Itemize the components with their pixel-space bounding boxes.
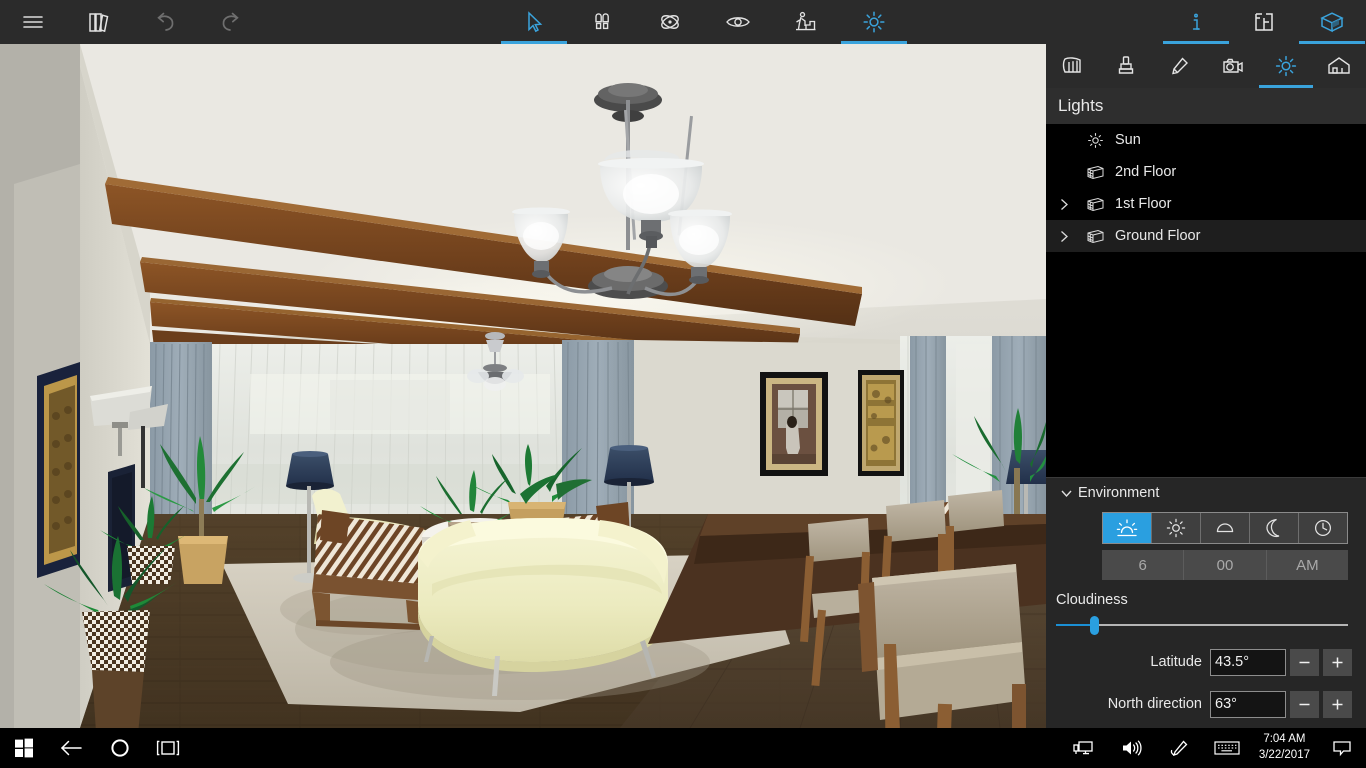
light-item-label: 1st Floor (1115, 196, 1172, 212)
north-direction-row: North direction (1046, 690, 1352, 718)
wall-painting-window-figure (760, 372, 828, 476)
preset-sunset[interactable] (1201, 513, 1250, 543)
light-item-sun[interactable]: Sun (1046, 124, 1366, 156)
latitude-input[interactable] (1210, 648, 1286, 676)
latitude-label: Latitude (1150, 654, 1202, 670)
environment-section: Environment 6 00 AM Cloudiness Latitude … (1046, 477, 1366, 728)
north-direction-label: North direction (1107, 696, 1202, 712)
chevron-right-icon[interactable] (1046, 197, 1082, 212)
expand-left-panel-handle[interactable] (10, 724, 32, 728)
latitude-increment-button[interactable] (1323, 648, 1352, 676)
time-hour-field[interactable]: 6 (1102, 550, 1185, 580)
tab-measure[interactable] (1046, 44, 1099, 88)
cortana-circle-icon[interactable] (96, 728, 144, 768)
chevron-right-icon[interactable] (1046, 229, 1082, 244)
sun-icon (1082, 132, 1108, 149)
cloudiness-slider[interactable] (1056, 616, 1348, 635)
tab-building[interactable] (1313, 44, 1366, 88)
floorplan-icon[interactable] (1230, 0, 1298, 44)
taskbar-clock[interactable]: 7:04 AM 3/22/2017 (1251, 732, 1318, 763)
menu-icon[interactable] (0, 0, 66, 44)
light-item-label: Sun (1115, 132, 1141, 148)
slider-fill (1056, 624, 1094, 626)
eye-view-icon[interactable] (704, 0, 772, 44)
light-item-label: Ground Floor (1115, 228, 1201, 244)
active-indicator (1258, 85, 1313, 88)
lights-list-empty-area[interactable] (1046, 252, 1366, 477)
daylight-preset-segmented (1102, 512, 1348, 544)
tray-pen-icon[interactable] (1155, 728, 1203, 768)
house-3d-icon[interactable] (1298, 0, 1366, 44)
north-direction-increment-button[interactable] (1323, 690, 1352, 718)
time-minute-field[interactable]: 00 (1184, 550, 1267, 580)
light-item-1st-floor[interactable]: 1st Floor (1046, 188, 1366, 220)
inspector-tab-bar (1046, 44, 1366, 88)
dining-chair-front (858, 564, 1026, 728)
start-button[interactable] (0, 728, 48, 768)
north-direction-decrement-button[interactable] (1290, 690, 1319, 718)
time-stepper: 6 00 AM (1102, 550, 1348, 580)
elevation-icon[interactable] (772, 0, 840, 44)
latitude-row: Latitude (1046, 648, 1352, 676)
light-item-ground-floor[interactable]: Ground Floor (1046, 220, 1366, 252)
tab-materials[interactable] (1099, 44, 1152, 88)
environment-section-header[interactable]: Environment (1046, 478, 1366, 508)
right-inspector-panel: Lights Sun 2nd Floor 1st Floor Ground Fl… (1046, 44, 1366, 728)
task-view-icon[interactable] (144, 728, 192, 768)
tab-lights[interactable] (1258, 44, 1313, 88)
floor-icon (1082, 164, 1108, 181)
tray-network-icon[interactable] (1059, 728, 1107, 768)
slider-thumb[interactable] (1089, 616, 1099, 635)
info-icon[interactable] (1162, 0, 1230, 44)
cloudiness-label: Cloudiness (1056, 592, 1128, 608)
time-meridiem-field[interactable]: AM (1267, 550, 1348, 580)
chevron-down-icon[interactable] (1054, 487, 1078, 500)
floor-icon (1082, 196, 1108, 213)
preset-noon[interactable] (1152, 513, 1201, 543)
preset-sunrise[interactable] (1103, 513, 1152, 543)
light-item-label: 2nd Floor (1115, 164, 1177, 180)
wall-painting-abstract (858, 370, 904, 476)
library-icon[interactable] (66, 0, 132, 44)
light-item-2nd-floor[interactable]: 2nd Floor (1046, 156, 1366, 188)
lights-tree: Sun 2nd Floor 1st Floor Ground Floor (1046, 124, 1366, 252)
select-tool-icon[interactable] (500, 0, 568, 44)
rendered-scene (0, 44, 1046, 728)
main-toolbar (0, 0, 1366, 44)
preset-custom[interactable] (1299, 513, 1347, 543)
clock-time: 7:04 AM (1263, 733, 1306, 746)
application-window: Lights Sun 2nd Floor 1st Floor Ground Fl… (0, 0, 1366, 768)
preset-night[interactable] (1250, 513, 1299, 543)
floor-icon (1082, 228, 1108, 245)
3d-scene-viewport[interactable] (0, 44, 1046, 728)
tab-edit[interactable] (1153, 44, 1206, 88)
undo-icon[interactable] (132, 0, 198, 44)
north-direction-input[interactable] (1210, 690, 1286, 718)
tray-volume-icon[interactable] (1107, 728, 1155, 768)
redo-icon[interactable] (198, 0, 264, 44)
tray-keyboard-icon[interactable] (1203, 728, 1251, 768)
tab-camera[interactable] (1206, 44, 1259, 88)
windows-taskbar: 7:04 AM 3/22/2017 (0, 728, 1366, 768)
clock-date: 3/22/2017 (1258, 749, 1310, 761)
panel-section-title: Lights (1046, 88, 1366, 124)
latitude-decrement-button[interactable] (1290, 648, 1319, 676)
back-arrow-icon[interactable] (48, 728, 96, 768)
environment-title: Environment (1078, 485, 1160, 501)
orbit-icon[interactable] (636, 0, 704, 44)
action-center-icon[interactable] (1318, 728, 1366, 768)
sun-tool-icon[interactable] (840, 0, 908, 44)
walkthrough-icon[interactable] (568, 0, 636, 44)
slider-track (1056, 624, 1348, 626)
